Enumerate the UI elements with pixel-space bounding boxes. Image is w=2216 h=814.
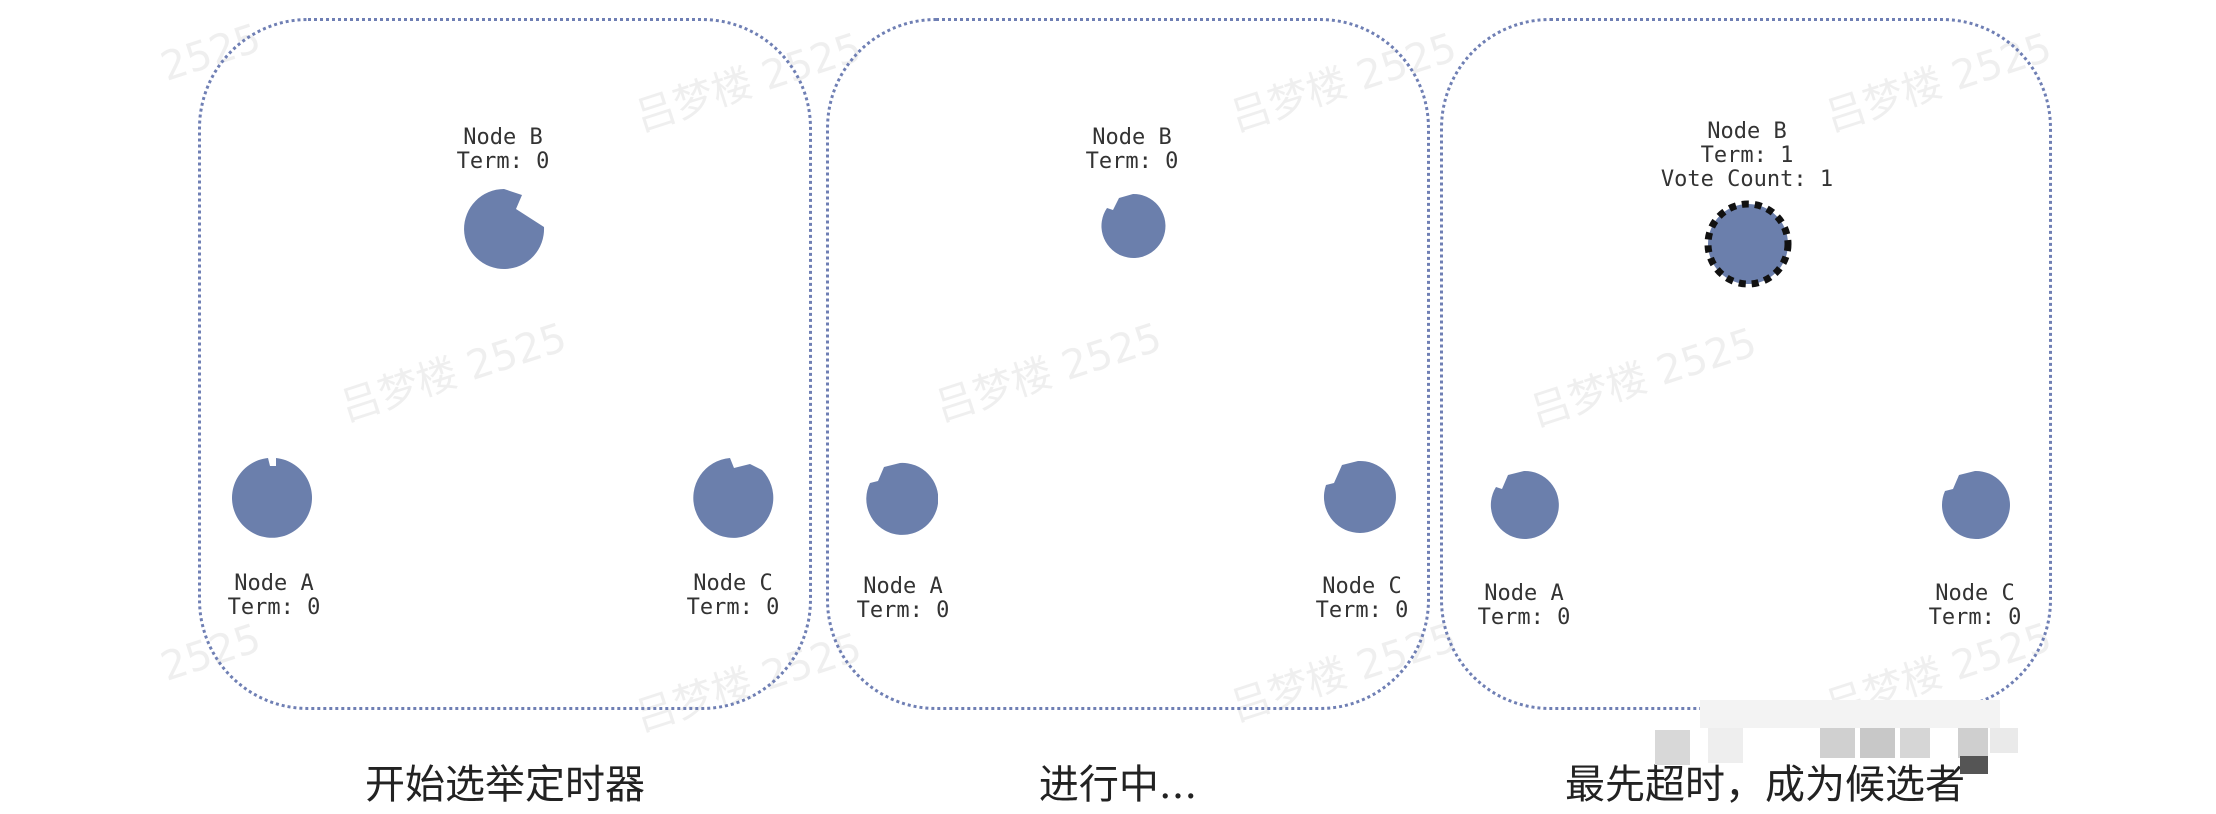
node-a-circle [1490, 470, 1559, 539]
node-name: Node C [693, 571, 773, 596]
caption-in-progress: 进行中... [1038, 762, 1198, 808]
node-term: Term: 0 [1477, 605, 1571, 630]
node-term: Term: 0 [1315, 598, 1409, 623]
node-c-label: Node C Term: 0 [687, 572, 780, 620]
node-c-circle [1941, 470, 2010, 539]
node-c-circle [693, 458, 774, 538]
node-term: Term: 1 [1700, 143, 1794, 168]
node-b [1101, 193, 1166, 258]
node-c [1941, 470, 2010, 539]
node-a-circle [232, 458, 312, 538]
node-a-label: Node A Term: 0 [1478, 582, 1571, 630]
node-b-label: Node B Term: 0 [1086, 126, 1179, 174]
node-term: Term: 0 [1085, 149, 1179, 174]
node-b-circle [1704, 200, 1792, 288]
redaction-overlay [1860, 728, 1895, 758]
node-b-circle [1101, 193, 1166, 258]
node-c-circle [1323, 460, 1396, 533]
node-term: Term: 0 [456, 149, 550, 174]
node-name: Node A [1484, 581, 1564, 606]
node-b-label: Node B Term: 1 Vote Count: 1 [1661, 120, 1833, 192]
node-b-label: Node B Term: 0 [457, 126, 550, 174]
redaction-overlay [1700, 700, 2000, 728]
node-name: Node C [1322, 574, 1402, 599]
node-name: Node B [1707, 119, 1787, 144]
node-c-label: Node C Term: 0 [1929, 582, 2022, 630]
redaction-overlay [1820, 728, 1855, 758]
node-name: Node A [863, 574, 943, 599]
node-term: Term: 0 [686, 595, 780, 620]
node-c [693, 458, 774, 538]
node-a [1490, 470, 1559, 539]
redaction-overlay [1990, 728, 2018, 753]
node-name: Node C [1935, 581, 2015, 606]
node-c-label: Node C Term: 0 [1316, 575, 1409, 623]
redaction-overlay [1655, 730, 1690, 765]
node-term: Term: 0 [1928, 605, 2022, 630]
node-a-label: Node A Term: 0 [228, 572, 321, 620]
node-b [464, 189, 545, 269]
redaction-overlay [1900, 728, 1930, 758]
node-name: Node B [1092, 125, 1172, 150]
node-a-label: Node A Term: 0 [857, 575, 950, 623]
caption-candidate: 最先超时，成为候选者 [1565, 762, 1965, 808]
node-b-candidate [1704, 200, 1792, 288]
node-a-circle [866, 462, 938, 535]
redaction-overlay [1960, 756, 1988, 774]
redaction-overlay [1958, 728, 1988, 758]
caption-start-timer: 开始选举定时器 [365, 762, 645, 808]
node-b-circle [464, 189, 545, 269]
node-a [232, 458, 312, 538]
node-vote-count: Vote Count: 1 [1660, 167, 1834, 192]
node-a [866, 462, 938, 535]
node-c [1323, 460, 1396, 533]
redaction-overlay [1708, 728, 1743, 763]
node-name: Node A [234, 571, 314, 596]
node-term: Term: 0 [227, 595, 321, 620]
node-term: Term: 0 [856, 598, 950, 623]
node-name: Node B [463, 125, 543, 150]
